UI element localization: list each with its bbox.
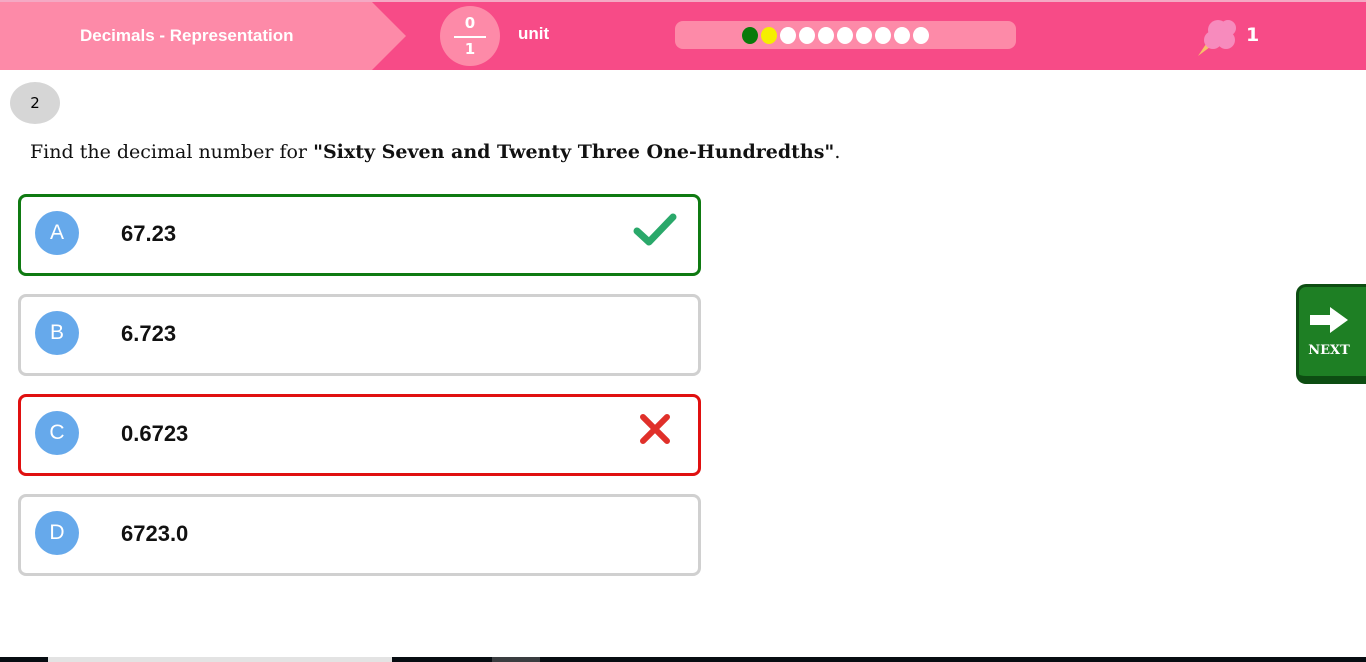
progress-dot — [837, 26, 853, 44]
checkmark-icon — [633, 213, 677, 246]
top-bar: Decimals - Representation 0 1 unit 1 — [0, 0, 1366, 70]
option-letter: B — [35, 311, 79, 355]
arrow-right-icon — [1310, 307, 1348, 333]
option-c[interactable]: C 0.6723 — [18, 394, 701, 476]
question-text: Find the decimal number for "Sixty Seven… — [30, 141, 840, 163]
progress-dots — [675, 21, 1016, 49]
fraction-bar — [454, 36, 486, 38]
progress-dot — [761, 26, 777, 44]
next-button[interactable]: NEXT — [1296, 284, 1366, 384]
score-fraction: 0 1 — [440, 6, 500, 66]
option-b[interactable]: B 6.723 — [18, 294, 701, 376]
reward-count: 1 — [1246, 24, 1260, 46]
progress-dot — [856, 26, 872, 44]
progress-dot — [875, 26, 891, 44]
progress-dot — [913, 26, 929, 44]
option-value: 6.723 — [121, 321, 177, 346]
question-prefix: Find the decimal number for — [30, 141, 314, 163]
next-label: NEXT — [1308, 343, 1350, 358]
progress-dot — [780, 26, 796, 44]
cotton-candy-icon — [1198, 20, 1236, 56]
taskbar-item[interactable] — [48, 657, 392, 662]
question-number: 2 — [10, 82, 60, 124]
progress-dot — [894, 26, 910, 44]
option-value: 67.23 — [121, 221, 177, 246]
fraction-numerator: 0 — [464, 14, 476, 32]
fraction-denominator: 1 — [464, 40, 476, 58]
option-value: 6723.0 — [121, 521, 189, 546]
option-a[interactable]: A 67.23 — [18, 194, 701, 276]
taskbar-item[interactable] — [492, 657, 540, 662]
progress-dot — [799, 26, 815, 44]
option-letter: A — [35, 211, 79, 255]
unit-label: unit — [518, 24, 550, 43]
taskbar — [0, 657, 1366, 662]
option-value: 0.6723 — [121, 421, 189, 446]
lesson-title: Decimals - Representation — [0, 2, 406, 70]
option-letter: C — [35, 411, 79, 455]
option-letter: D — [35, 511, 79, 555]
progress-dot — [742, 26, 758, 44]
question-suffix: . — [834, 141, 841, 163]
option-d[interactable]: D 6723.0 — [18, 494, 701, 576]
question-quoted: "Sixty Seven and Twenty Three One-Hundre… — [313, 141, 835, 163]
cross-icon — [640, 414, 670, 444]
progress-dot — [818, 26, 834, 44]
